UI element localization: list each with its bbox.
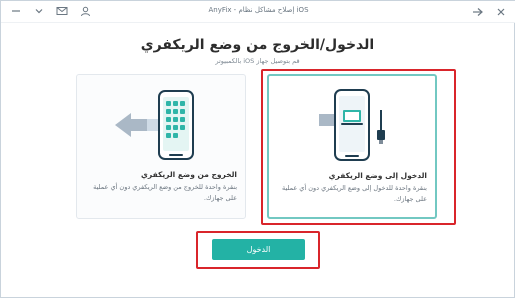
page-subtitle: قم بتوصيل جهاز iOS بالكمبيوتر xyxy=(215,57,300,65)
window-title: AnyFix - إصلاح مشاكل نظام iOS xyxy=(208,6,309,14)
enter-recovery-illustration xyxy=(319,89,385,161)
back-arrow-icon[interactable] xyxy=(470,5,484,19)
exit-card-description: بنقرة واحدة للخروج من وضع الريكفري دون أ… xyxy=(93,183,237,202)
app-window: AnyFix - إصلاح مشاكل نظام iOS الدخول/الخ… xyxy=(0,0,515,298)
exit-recovery-illustration xyxy=(115,90,194,160)
window-actions xyxy=(470,5,508,19)
exit-card-title: الخروج من وضع الريكفري xyxy=(141,170,237,179)
enter-button[interactable]: الدخول xyxy=(212,239,305,260)
enter-recovery-card[interactable]: الدخول إلى وضع الريكفري بنقرة واحدة للدخ… xyxy=(267,74,437,219)
page-title: الدخول/الخروج من وضع الريكفري xyxy=(140,37,375,53)
enter-card-description: بنقرة واحدة للدخول إلى وضع الريكفري دون … xyxy=(282,184,427,203)
title-bar: AnyFix - إصلاح مشاكل نظام iOS xyxy=(1,1,515,23)
exit-recovery-card[interactable]: الخروج من وضع الريكفري بنقرة واحدة للخرو… xyxy=(76,74,246,219)
enter-card-title: الدخول إلى وضع الريكفري xyxy=(328,171,427,180)
close-icon[interactable] xyxy=(494,5,508,19)
